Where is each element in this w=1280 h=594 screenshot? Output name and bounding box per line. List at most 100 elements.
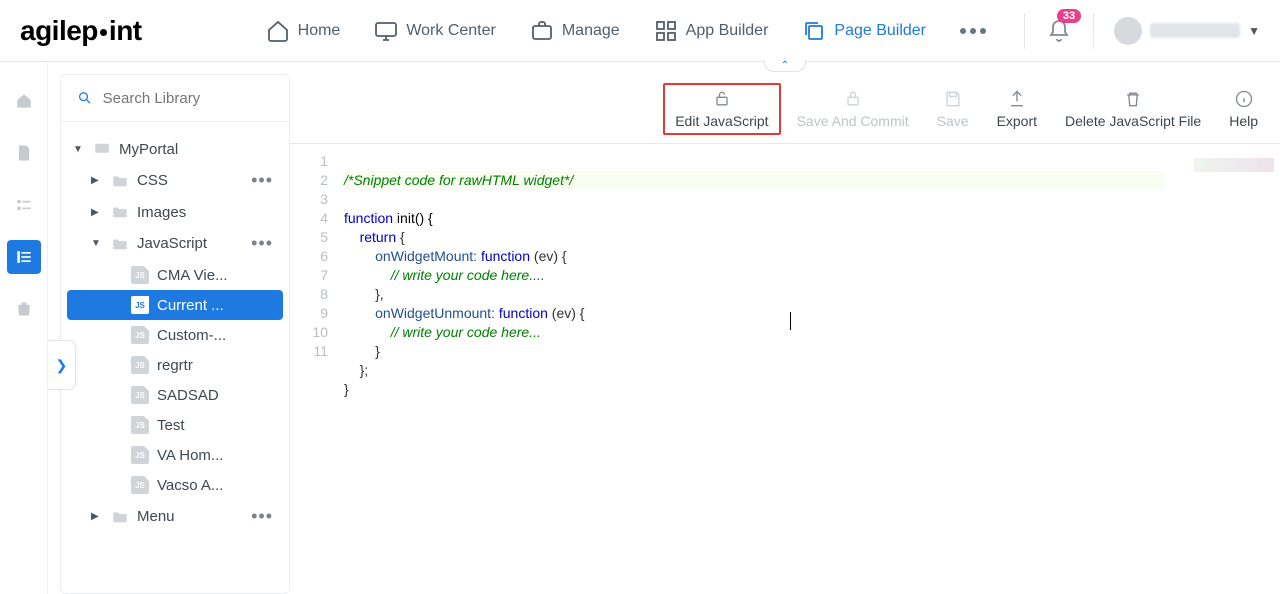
minimap[interactable] (1194, 158, 1274, 172)
trash-icon (14, 299, 34, 319)
nav-home[interactable]: Home (252, 11, 355, 51)
tree-label: CMA Vie... (157, 267, 277, 284)
monitor-icon (93, 140, 111, 158)
js-file-icon: JS (131, 326, 149, 344)
grid-icon (654, 19, 678, 43)
main-panel: ⌃ Edit JavaScript Save And Commit Save (290, 62, 1280, 594)
nav-work-center[interactable]: Work Center (360, 11, 510, 51)
line-gutter: 1 2 3 4 5 6 7 8 9 10 11 (290, 152, 336, 594)
tree-label: Menu (137, 508, 239, 525)
caret-down-icon: ▼ (73, 144, 85, 155)
collapse-sidebar-button[interactable]: ❯ (48, 340, 76, 390)
save-button[interactable]: Save (925, 83, 981, 135)
caret-right-icon: ▶ (91, 207, 103, 218)
ribbon-doc[interactable] (7, 136, 41, 170)
tree-file-current[interactable]: JS Current ... (67, 290, 283, 320)
js-file-icon: JS (131, 386, 149, 404)
more-icon[interactable]: ••• (247, 506, 277, 527)
tree-label: JavaScript (137, 235, 239, 252)
tree-label: Vacso A... (157, 477, 277, 494)
left-ribbon (0, 62, 48, 594)
tree-node-myportal[interactable]: ▼ MyPortal (67, 134, 283, 164)
help-button[interactable]: Help (1217, 83, 1270, 135)
search-input[interactable] (103, 90, 273, 107)
ribbon-home[interactable] (7, 84, 41, 118)
btn-label: Save And Commit (797, 113, 909, 129)
tree-file-vacso[interactable]: JS Vacso A... (67, 470, 283, 500)
top-nav: Home Work Center Manage App Builder Page… (252, 11, 1000, 51)
more-icon[interactable]: ••• (247, 233, 277, 254)
lock-icon (843, 89, 863, 109)
collapse-toolbar-button[interactable]: ⌃ (764, 60, 806, 72)
nav-home-label: Home (298, 22, 341, 40)
logo: agilepint (20, 15, 142, 47)
export-button[interactable]: Export (985, 83, 1049, 135)
btn-label: Delete JavaScript File (1065, 113, 1201, 129)
nav-manage-label: Manage (562, 22, 620, 40)
tree-label: VA Hom... (157, 447, 277, 464)
tree-file-custom[interactable]: JS Custom-... (67, 320, 283, 350)
nav-page-builder[interactable]: Page Builder (788, 11, 940, 51)
library-tree[interactable]: ▼ MyPortal ▶ CSS ••• ▶ Images ▼ JavaScri… (61, 122, 289, 562)
caret-right-icon: ▶ (91, 175, 103, 186)
nav-app-builder-label: App Builder (686, 22, 769, 40)
more-icon[interactable]: ••• (247, 170, 277, 191)
chevron-up-icon: ⌃ (781, 60, 789, 71)
user-menu[interactable]: ▼ (1114, 17, 1260, 45)
tree-file-vahom[interactable]: JS VA Hom... (67, 440, 283, 470)
folder-icon (111, 235, 129, 253)
ribbon-indent[interactable] (7, 240, 41, 274)
caret-down-icon: ▼ (91, 238, 103, 249)
search-bar (61, 75, 289, 122)
tree-node-menu[interactable]: ▶ Menu ••• (67, 500, 283, 533)
nav-manage[interactable]: Manage (516, 11, 634, 51)
nav-page-builder-label: Page Builder (834, 22, 926, 40)
delete-js-button[interactable]: Delete JavaScript File (1053, 83, 1213, 135)
tree-label: Custom-... (157, 327, 277, 344)
nav-more[interactable] (946, 20, 1000, 42)
btn-label: Help (1229, 113, 1258, 129)
js-file-icon: JS (131, 476, 149, 494)
upload-icon (1007, 89, 1027, 109)
chevron-right-icon: ❯ (56, 357, 68, 374)
ribbon-list[interactable] (7, 188, 41, 222)
folder-icon (111, 172, 129, 190)
tree-node-javascript[interactable]: ▼ JavaScript ••• (67, 227, 283, 260)
nav-app-builder[interactable]: App Builder (640, 11, 783, 51)
btn-label: Edit JavaScript (675, 113, 768, 129)
tree-label: CSS (137, 172, 239, 189)
list-icon (14, 195, 34, 215)
file-text-icon (14, 143, 34, 163)
editor-toolbar: Edit JavaScript Save And Commit Save Exp… (290, 74, 1280, 144)
edit-javascript-button[interactable]: Edit JavaScript (663, 83, 780, 135)
tree-label: Test (157, 417, 277, 434)
library-sidebar: ▼ MyPortal ▶ CSS ••• ▶ Images ▼ JavaScri… (60, 74, 290, 594)
code-content[interactable]: /*Snippet code for rawHTML widget*/ func… (336, 152, 1280, 594)
save-icon (943, 89, 963, 109)
indent-icon (14, 247, 34, 267)
copy-icon (802, 19, 826, 43)
tree-label: Images (137, 204, 277, 221)
tree-file-sadsad[interactable]: JS SADSAD (67, 380, 283, 410)
save-commit-button[interactable]: Save And Commit (785, 83, 921, 135)
tree-node-css[interactable]: ▶ CSS ••• (67, 164, 283, 197)
tree-label: SADSAD (157, 387, 277, 404)
tree-file-test[interactable]: JS Test (67, 410, 283, 440)
js-file-icon: JS (131, 356, 149, 374)
briefcase-icon (530, 19, 554, 43)
btn-label: Save (937, 113, 969, 129)
tree-node-images[interactable]: ▶ Images (67, 197, 283, 227)
search-icon (77, 89, 93, 107)
divider (1024, 13, 1025, 49)
code-editor[interactable]: 1 2 3 4 5 6 7 8 9 10 11 /*Snippet code f… (290, 144, 1280, 594)
ribbon-trash[interactable] (7, 292, 41, 326)
chevron-down-icon: ▼ (1248, 24, 1260, 38)
tree-file-cma[interactable]: JS CMA Vie... (67, 260, 283, 290)
tree-file-regrtr[interactable]: JS regrtr (67, 350, 283, 380)
tree-label: MyPortal (119, 141, 277, 158)
home-icon (266, 19, 290, 43)
btn-label: Export (997, 113, 1037, 129)
top-brand-bar: agilepint Home Work Center Manage App Bu… (0, 0, 1280, 62)
tree-label: regrtr (157, 357, 277, 374)
notifications-button[interactable]: 33 (1045, 17, 1073, 45)
